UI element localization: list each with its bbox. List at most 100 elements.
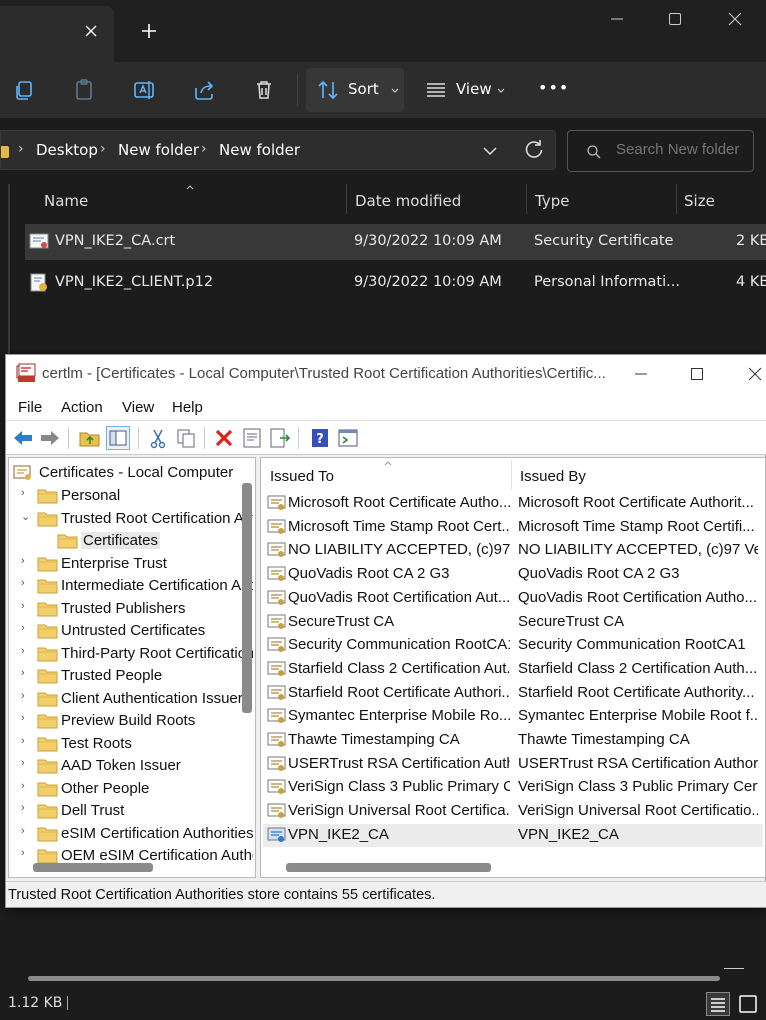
expand-arrow-icon[interactable]: › [21, 690, 33, 704]
certificate-row[interactable]: NO LIABILITY ACCEPTED, (c)97 Ve... NO LIA… [263, 539, 763, 562]
trash-icon[interactable] [250, 76, 278, 104]
tiles-view-icon[interactable] [736, 992, 760, 1016]
help-icon[interactable]: ? [308, 426, 332, 450]
tree-item[interactable]: › Untrusted Certificates [21, 620, 253, 642]
certificate-row[interactable]: QuoVadis Root CA 2 G3 QuoVadis Root CA 2 … [263, 563, 763, 586]
address-bar[interactable]: › Desktop › New folder › New folder [0, 130, 556, 170]
tree-vertical-scrollbar[interactable] [242, 483, 252, 713]
search-box[interactable] [567, 130, 754, 172]
view-button[interactable]: View [416, 68, 512, 112]
tree-item[interactable]: › Other People [21, 778, 253, 800]
certificate-row[interactable]: USERTrust RSA Certification Auth... USERT… [263, 753, 763, 776]
chevron-down-icon[interactable] [481, 144, 499, 158]
certificate-row[interactable]: Starfield Root Certificate Authori... Sta… [263, 682, 763, 705]
tree-item[interactable]: › Trusted Publishers [21, 598, 253, 620]
expand-arrow-open-icon[interactable]: ⌄ [21, 510, 33, 524]
menu-file[interactable]: File [18, 399, 42, 416]
column-header-type[interactable]: Type [535, 192, 569, 210]
maximize-icon[interactable] [664, 8, 686, 30]
certificate-row[interactable]: VeriSign Universal Root Certifica... Veri… [263, 800, 763, 823]
properties-icon[interactable] [240, 426, 264, 450]
share-icon[interactable] [190, 76, 218, 104]
column-divider[interactable] [346, 184, 347, 214]
certificate-row[interactable]: Microsoft Time Stamp Root Cert... Microso… [263, 516, 763, 539]
tree-item[interactable]: ⌄ Trusted Root Certification Authorities [21, 508, 253, 530]
minimize-icon[interactable] [632, 365, 650, 383]
breadcrumb-new-folder[interactable]: New folder [118, 141, 199, 159]
breadcrumb-new-folder-current[interactable]: New folder [219, 141, 300, 159]
back-arrow-icon[interactable] [11, 426, 35, 450]
column-divider[interactable] [511, 460, 512, 490]
column-header-issued-to[interactable]: Issued To [270, 468, 334, 485]
cut-icon[interactable] [146, 426, 170, 450]
expand-arrow-icon[interactable]: › [21, 622, 33, 636]
sort-button[interactable]: Sort [306, 68, 404, 112]
column-header-size[interactable]: Size [684, 192, 715, 210]
certificate-row[interactable]: SecureTrust CA SecureTrust CA [263, 611, 763, 634]
expand-arrow-icon[interactable]: › [21, 802, 33, 816]
tree-item[interactable]: › Intermediate Certification Authorities [21, 575, 253, 597]
expand-arrow-icon[interactable]: › [21, 487, 33, 501]
expand-arrow-icon[interactable]: › [21, 757, 33, 771]
minimize-icon[interactable] [606, 8, 628, 30]
tree-item[interactable]: › AAD Token Issuer [21, 755, 253, 777]
refresh-icon[interactable] [520, 136, 548, 164]
tree-horizontal-scrollbar[interactable] [33, 863, 153, 872]
plus-icon[interactable] [138, 20, 160, 42]
column-header-issued-by[interactable]: Issued By [520, 468, 586, 485]
paste-icon[interactable] [70, 76, 98, 104]
expand-arrow-icon[interactable]: › [21, 712, 33, 726]
menu-action[interactable]: Action [61, 399, 103, 416]
copy-icon[interactable] [174, 426, 198, 450]
up-folder-icon[interactable] [78, 426, 102, 450]
column-header-name[interactable]: Name [44, 192, 88, 210]
more-options-button[interactable]: ••• [538, 74, 568, 102]
column-header-date[interactable]: Date modified [355, 192, 461, 210]
delete-icon[interactable] [212, 426, 236, 450]
breadcrumb-desktop[interactable]: Desktop [36, 141, 98, 159]
export-list-icon[interactable] [268, 426, 292, 450]
certificate-row[interactable]: VeriSign Class 3 Public Primary C... Veri… [263, 776, 763, 799]
column-divider[interactable] [526, 184, 527, 214]
maximize-icon[interactable] [688, 365, 706, 383]
expand-arrow-icon[interactable]: › [21, 600, 33, 614]
copy-icon[interactable] [10, 76, 38, 104]
tree-item[interactable]: › Test Roots [21, 733, 253, 755]
certificate-row[interactable]: Starfield Class 2 Certification Aut... St… [263, 658, 763, 681]
forward-arrow-icon[interactable] [38, 426, 62, 450]
certificate-row[interactable]: Thawte Timestamping CA Thawte Timestampin… [263, 729, 763, 752]
expand-arrow-icon[interactable]: › [21, 847, 33, 861]
tree-item[interactable]: Certificates [45, 530, 245, 552]
expand-arrow-icon[interactable]: › [21, 645, 33, 659]
certificate-row[interactable]: QuoVadis Root Certification Aut... QuoVad… [263, 587, 763, 610]
expand-arrow-icon[interactable]: › [21, 780, 33, 794]
file-row[interactable]: VPN_IKE2_CLIENT.p12 9/30/2022 10:09 AM P… [25, 265, 766, 301]
certificate-row[interactable]: VPN_IKE2_CA VPN_IKE2_CA [263, 823, 763, 847]
action-pane-icon[interactable] [336, 426, 360, 450]
close-window-icon[interactable] [724, 8, 746, 30]
expand-arrow-icon[interactable]: › [21, 735, 33, 749]
list-horizontal-scrollbar[interactable] [286, 863, 491, 872]
horizontal-scrollbar[interactable] [28, 976, 720, 981]
column-divider[interactable] [676, 184, 677, 214]
expand-arrow-icon[interactable]: › [21, 825, 33, 839]
tree-item[interactable]: › Client Authentication Issuers [21, 688, 253, 710]
show-hide-tree-icon[interactable] [106, 426, 130, 450]
menu-help[interactable]: Help [172, 399, 203, 416]
tree-item[interactable]: › Enterprise Trust [21, 553, 253, 575]
expand-arrow-icon[interactable]: › [21, 667, 33, 681]
tree-item[interactable]: › Preview Build Roots [21, 710, 253, 732]
close-window-icon[interactable] [746, 365, 764, 383]
tree-item[interactable]: › Trusted People [21, 665, 253, 687]
expand-arrow-icon[interactable]: › [21, 555, 33, 569]
tree-item[interactable]: › Personal [21, 485, 253, 507]
tree-item[interactable]: › eSIM Certification Authorities [21, 823, 253, 845]
certificate-row[interactable]: Microsoft Root Certificate Autho... Micro… [263, 492, 763, 515]
search-input[interactable] [616, 141, 748, 158]
close-icon[interactable] [80, 20, 102, 42]
details-view-icon[interactable] [706, 992, 730, 1016]
tree-item[interactable]: › Third-Party Root Certification Authorit… [21, 643, 253, 665]
rename-icon[interactable] [130, 76, 158, 104]
file-row[interactable]: VPN_IKE2_CA.crt 9/30/2022 10:09 AM Secur… [25, 224, 766, 260]
menu-view[interactable]: View [122, 399, 154, 416]
